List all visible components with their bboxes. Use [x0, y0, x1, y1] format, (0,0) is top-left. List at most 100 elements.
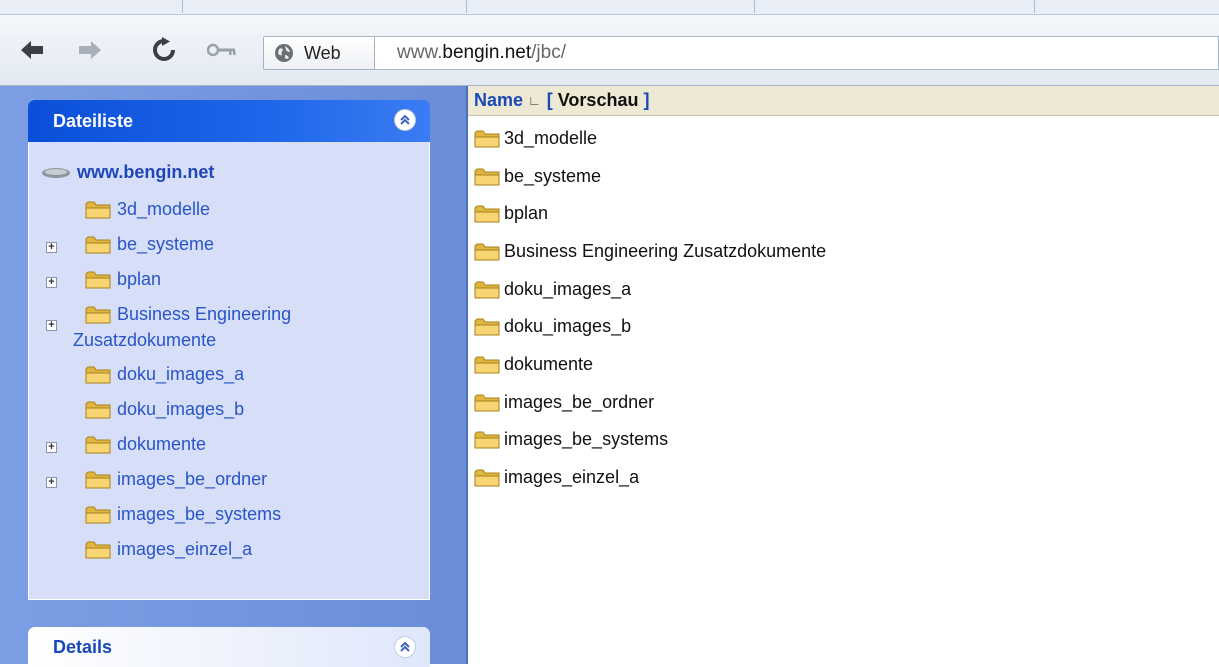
- folder-icon: [474, 243, 500, 260]
- list-item-label: images_be_ordner: [504, 392, 655, 412]
- list-item[interactable]: 3d_modelle: [474, 128, 597, 149]
- list-item[interactable]: Business Engineering Zusatzdokumente: [474, 241, 826, 262]
- folder-icon: [474, 394, 500, 411]
- reload-icon: [153, 37, 175, 61]
- url-prefix: www.: [397, 42, 443, 63]
- forward-button[interactable]: [74, 35, 106, 65]
- address-bar[interactable]: www. bengin.net/jbc/: [375, 36, 1219, 70]
- folder-icon: [474, 168, 500, 185]
- preview-label: Vorschau: [557, 90, 639, 110]
- folder-icon: [85, 471, 111, 488]
- folder-icon: [85, 306, 111, 323]
- list-item-label: Business Engineering Zusatzdokumente: [504, 241, 827, 261]
- list-item-label: bplan: [504, 203, 549, 223]
- file-list-pane: Name ∟ [ Vorschau ] 3d_modelle be_system…: [466, 86, 1219, 664]
- list-item[interactable]: images_be_systems: [474, 429, 668, 450]
- folder-icon: [474, 356, 500, 373]
- tree-expand-button[interactable]: +: [46, 277, 57, 288]
- list-item[interactable]: images_be_ordner: [474, 392, 654, 413]
- site-identity-button[interactable]: Web: [263, 36, 375, 70]
- chevron-up-double-icon: [400, 114, 410, 125]
- folder-icon: [474, 130, 500, 147]
- url-path: /jbc/: [531, 42, 567, 63]
- tree-item[interactable]: dokumente: [85, 434, 206, 455]
- folder-icon: [85, 271, 111, 288]
- tree-item[interactable]: doku_images_b: [85, 399, 244, 420]
- tree-item-label: bplan: [117, 269, 162, 289]
- tree-item-label: doku_images_a: [117, 364, 245, 384]
- key-icon: [207, 43, 236, 57]
- tab-separator: [466, 0, 467, 13]
- tree-expand-button[interactable]: +: [46, 477, 57, 488]
- details-panel-header[interactable]: Details: [28, 627, 430, 667]
- folder-icon: [474, 318, 500, 335]
- tree-root-label: www.bengin.net: [77, 162, 215, 182]
- tree-item[interactable]: images_einzel_a: [85, 539, 252, 560]
- tab-separator: [1034, 0, 1035, 13]
- list-item[interactable]: be_systeme: [474, 166, 601, 187]
- tree-expand-button[interactable]: +: [46, 242, 57, 253]
- arrow-right-icon: [79, 41, 101, 59]
- folder-icon: [85, 436, 111, 453]
- tree-item[interactable]: bplan: [85, 269, 161, 290]
- folder-icon: [474, 205, 500, 222]
- folder-icon: [85, 401, 111, 418]
- folder-icon: [85, 236, 111, 253]
- url-host: bengin.net: [442, 42, 532, 63]
- tree-item[interactable]: doku_images_a: [85, 364, 244, 385]
- preview-bracket-open: [: [546, 90, 558, 110]
- globe-icon: [275, 44, 293, 62]
- preview-link[interactable]: [ Vorschau ]: [547, 90, 650, 111]
- tree-item-label: dokumente: [117, 434, 207, 454]
- tree-item-label: 3d_modelle: [117, 199, 211, 219]
- tree-item-label: be_systeme: [117, 234, 215, 254]
- tree-item-label: Business Engineering: [117, 304, 292, 324]
- folder-icon: [85, 541, 111, 558]
- list-item[interactable]: doku_images_a: [474, 279, 631, 300]
- folder-icon: [474, 431, 500, 448]
- filelist-title: Dateiliste: [53, 110, 134, 131]
- tree-item[interactable]: images_be_ordner: [85, 469, 267, 490]
- list-item-label: doku_images_b: [504, 316, 632, 336]
- folder-icon: [85, 366, 111, 383]
- tree-item-label: images_einzel_a: [117, 539, 253, 559]
- filelist-panel-header[interactable]: Dateiliste: [28, 100, 430, 142]
- list-item[interactable]: dokumente: [474, 354, 593, 375]
- list-item-label: dokumente: [504, 354, 594, 374]
- tree-item[interactable]: be_systeme: [85, 234, 214, 255]
- list-item-label: doku_images_a: [504, 279, 632, 299]
- reload-button[interactable]: [148, 35, 180, 65]
- details-title: Details: [53, 636, 113, 657]
- tree-expand-button[interactable]: +: [46, 320, 57, 331]
- tab-strip: [0, 0, 1219, 15]
- folder-icon: [85, 201, 111, 218]
- tab-separator: [182, 0, 183, 13]
- tree-item[interactable]: images_be_systems: [85, 504, 281, 525]
- column-name-header[interactable]: Name: [474, 90, 523, 111]
- tree-root-server[interactable]: www.bengin.net: [41, 162, 214, 183]
- tree-expand-button[interactable]: +: [46, 442, 57, 453]
- list-item[interactable]: bplan: [474, 203, 548, 224]
- back-button[interactable]: [16, 35, 48, 65]
- sort-indicator-icon: ∟: [528, 93, 541, 108]
- tree-item[interactable]: 3d_modelle: [85, 199, 210, 220]
- column-header: Name ∟ [ Vorschau ]: [468, 86, 1219, 116]
- list-item[interactable]: doku_images_b: [474, 316, 631, 337]
- tab-separator: [754, 0, 755, 13]
- list-item-label: images_be_systems: [504, 429, 669, 449]
- folder-icon: [474, 469, 500, 486]
- arrow-left-icon: [21, 41, 43, 59]
- sidebar: Dateiliste www.bengin.net 3d_modelle + b…: [0, 86, 466, 667]
- collapse-filelist-button[interactable]: [394, 109, 416, 131]
- navigation-toolbar: Web www. bengin.net/jbc/: [0, 15, 1219, 86]
- filelist-panel: www.bengin.net 3d_modelle + be_systeme +…: [28, 142, 430, 600]
- collapse-details-button[interactable]: [394, 636, 416, 658]
- folder-icon: [474, 281, 500, 298]
- tree-item[interactable]: Business Engineering: [85, 304, 291, 325]
- list-item-label: images_einzel_a: [504, 467, 640, 487]
- list-item[interactable]: images_einzel_a: [474, 467, 639, 488]
- chevron-up-double-icon: [400, 641, 410, 652]
- key-button[interactable]: [206, 35, 238, 65]
- site-identity-label: Web: [304, 42, 341, 63]
- tree-item-label-continued[interactable]: Zusatzdokumente: [73, 330, 216, 351]
